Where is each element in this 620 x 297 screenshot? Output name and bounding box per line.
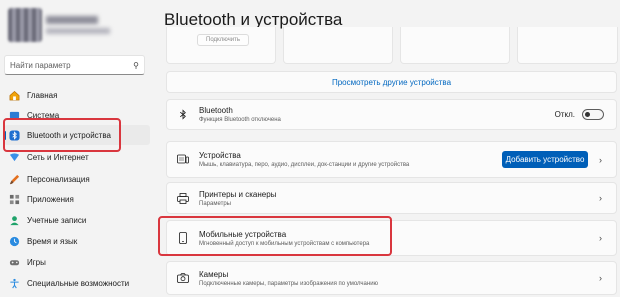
row-title: Bluetooth [199, 106, 233, 115]
globe-clock-icon [8, 235, 20, 247]
person-icon [8, 214, 20, 226]
apps-icon [8, 193, 20, 205]
search-placeholder: Найти параметр [10, 60, 71, 70]
gamepad-icon [8, 256, 20, 268]
row-subtitle: Функция Bluetooth отключена [199, 117, 281, 123]
device-tile[interactable]: Подключить [166, 27, 276, 64]
camera-icon [176, 273, 190, 283]
more-devices-card[interactable]: Просмотреть другие устройства [166, 71, 617, 93]
wifi-icon [8, 151, 20, 163]
sidebar-item-gaming[interactable]: Игры [4, 252, 150, 272]
user-email-blurred [46, 28, 110, 34]
sidebar-item-personalization[interactable]: Персонализация [4, 169, 150, 189]
toggle-knob [585, 112, 590, 117]
more-devices-link[interactable]: Просмотреть другие устройства [332, 78, 451, 87]
sidebar-item-label: Время и язык [27, 236, 78, 246]
accessibility-icon [8, 277, 20, 289]
sidebar-item-label: Учетные записи [27, 215, 87, 225]
device-tile[interactable] [400, 27, 510, 64]
row-subtitle: Параметры [199, 200, 231, 207]
keyboard-speaker-icon [176, 154, 190, 165]
sidebar-item-label: Приложения [27, 194, 74, 204]
sidebar-item-home[interactable]: Главная [4, 85, 150, 105]
row-title: Камеры [199, 269, 229, 279]
search-input[interactable]: Найти параметр ⚲ [4, 55, 145, 75]
chevron-right-icon: › [599, 273, 602, 283]
sidebar: Найти параметр ⚲ Главная Система Bluetoo… [0, 0, 152, 297]
devices-row[interactable]: Устройства Мышь, клавиатура, перо, аудио… [166, 141, 617, 178]
home-icon [8, 89, 20, 101]
cameras-row[interactable]: Камеры Подключенные камеры, параметры из… [166, 261, 617, 295]
add-device-button[interactable]: Добавить устройство [502, 151, 588, 168]
printer-icon [176, 192, 190, 204]
highlight-box-bluetooth [3, 118, 121, 152]
device-tile[interactable] [517, 27, 618, 64]
user-name-blurred [46, 16, 98, 24]
sidebar-item-label: Персонализация [27, 174, 90, 184]
sidebar-item-accessibility[interactable]: Специальные возможности [4, 273, 150, 293]
sidebar-item-label: Главная [27, 90, 58, 100]
device-tile[interactable] [283, 27, 393, 64]
sidebar-item-apps[interactable]: Приложения [4, 189, 150, 209]
bluetooth-row[interactable]: Bluetooth Функция Bluetooth отключена От… [166, 99, 617, 130]
toggle-state-label: Откл. [554, 110, 575, 119]
row-title: Устройства [199, 151, 241, 160]
brush-icon [8, 173, 20, 185]
chevron-right-icon: › [599, 193, 602, 203]
sidebar-item-label: Сеть и Интернет [27, 152, 89, 162]
sidebar-item-label: Специальные возможности [27, 278, 130, 288]
bluetooth-toggle[interactable] [582, 109, 604, 120]
chevron-right-icon: › [599, 233, 602, 243]
bluetooth-icon [176, 109, 190, 120]
chevron-right-icon: › [599, 154, 602, 165]
sidebar-item-label: Игры [27, 257, 46, 267]
device-tiles: Подключить [166, 27, 618, 64]
sidebar-item-accounts[interactable]: Учетные записи [4, 210, 150, 230]
connect-button[interactable]: Подключить [197, 34, 249, 46]
printers-row[interactable]: Принтеры и сканеры Параметры › [166, 182, 617, 214]
search-icon[interactable]: ⚲ [133, 61, 139, 70]
avatar[interactable] [8, 8, 42, 42]
highlight-box-mobile-devices [158, 216, 392, 256]
sidebar-item-time-language[interactable]: Время и язык [4, 231, 150, 251]
row-title: Принтеры и сканеры [199, 189, 277, 199]
row-subtitle: Мышь, клавиатура, перо, аудио, дисплеи, … [199, 162, 410, 168]
row-subtitle: Подключенные камеры, параметры изображен… [199, 280, 379, 287]
